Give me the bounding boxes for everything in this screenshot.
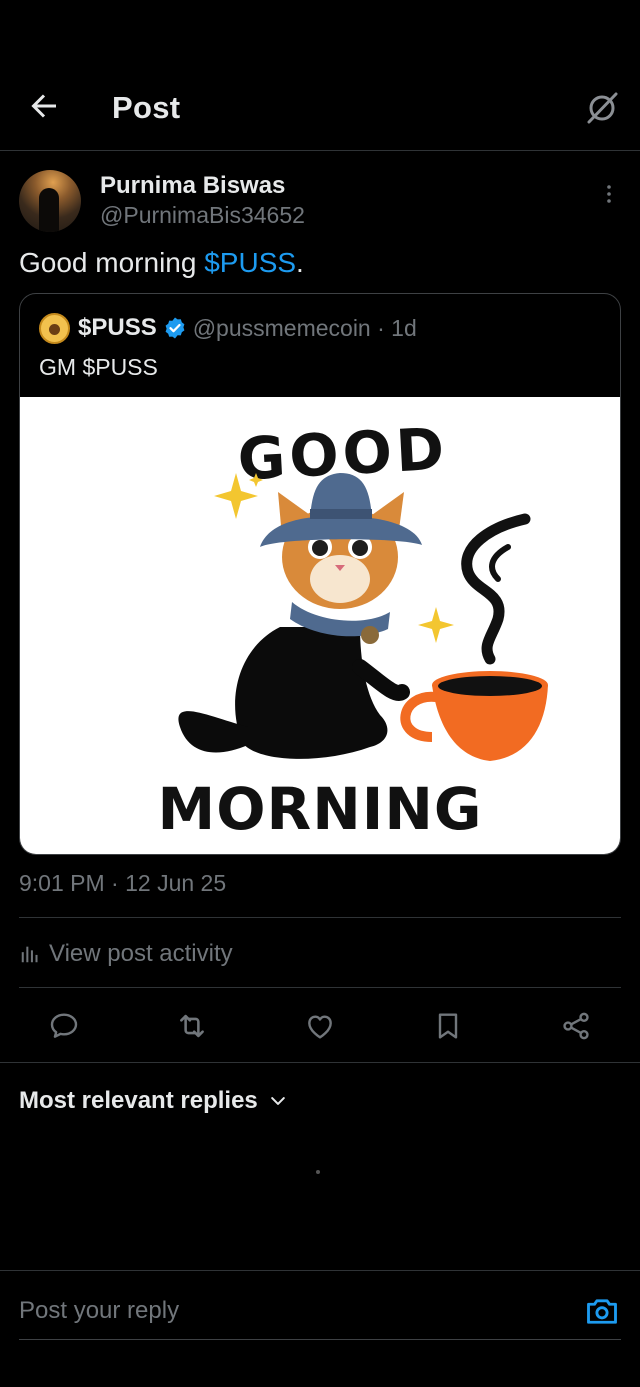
view-post-activity-link[interactable]: View post activity [19, 938, 233, 970]
grok-button[interactable] [582, 88, 622, 128]
post-author: Purnima Biswas @PurnimaBis34652 [19, 168, 621, 234]
chevron-down-icon [270, 1097, 285, 1105]
good-morning-cat-illustration: GOOD MORNING [158, 415, 548, 843]
divider [0, 1062, 640, 1063]
reply-composer [0, 1271, 640, 1387]
camera-icon [587, 1299, 617, 1324]
divider [19, 987, 621, 988]
quoted-avatar [39, 312, 70, 344]
post-actions [0, 1006, 640, 1046]
avatar[interactable] [19, 170, 81, 232]
post-timestamp: 9:01 PM · 12 Jun 25 [19, 870, 227, 896]
heart-icon [308, 1015, 332, 1039]
image-bottom-word: MORNING [158, 775, 483, 843]
quoted-image[interactable]: GOOD MORNING [20, 397, 620, 854]
quoted-post-header: $PUSS @pussmemecoin · 1d [39, 312, 417, 344]
post-text-prefix: Good morning [19, 247, 205, 278]
grok-icon [587, 92, 618, 124]
top-bar: Post [0, 0, 640, 151]
replies-sort-dropdown[interactable]: Most relevant replies [19, 1085, 288, 1117]
loading-indicator [316, 1170, 320, 1174]
repost-button[interactable] [172, 1006, 212, 1046]
divider [19, 917, 621, 918]
more-vertical-icon [607, 185, 611, 203]
author-handle[interactable]: @PurnimaBis34652 [100, 202, 305, 229]
analytics-icon [21, 946, 38, 963]
view-post-activity-label: View post activity [49, 940, 233, 967]
share-icon [563, 1012, 589, 1040]
author-name[interactable]: Purnima Biswas [100, 172, 285, 200]
like-button[interactable] [300, 1006, 340, 1046]
bookmark-button[interactable] [428, 1006, 468, 1046]
share-button[interactable] [556, 1006, 596, 1046]
reply-input[interactable] [19, 1291, 539, 1331]
post-text-suffix: . [296, 247, 304, 278]
quoted-author-name: $PUSS [78, 314, 157, 341]
post-text: Good morning $PUSS. [19, 247, 304, 279]
reply-button[interactable] [44, 1006, 84, 1046]
quoted-handle-time: @pussmemecoin · 1d [192, 314, 417, 341]
cashtag-link[interactable]: $PUSS [204, 247, 296, 278]
camera-button[interactable] [584, 1293, 620, 1329]
reply-icon [50, 1013, 78, 1038]
reply-input-underline [19, 1339, 621, 1340]
page-title: Post [112, 90, 181, 125]
back-button[interactable] [26, 88, 62, 124]
bookmark-icon [438, 1013, 458, 1039]
replies-sort-label: Most relevant replies [19, 1087, 258, 1114]
quoted-post[interactable]: $PUSS @pussmemecoin · 1d GM $PUSS GOOD M… [19, 293, 621, 855]
quoted-text: GM $PUSS [39, 354, 158, 380]
verified-badge-icon [165, 317, 185, 339]
more-options-button[interactable] [597, 182, 621, 206]
arrow-left-icon [31, 94, 56, 118]
repost-icon [180, 1014, 204, 1038]
